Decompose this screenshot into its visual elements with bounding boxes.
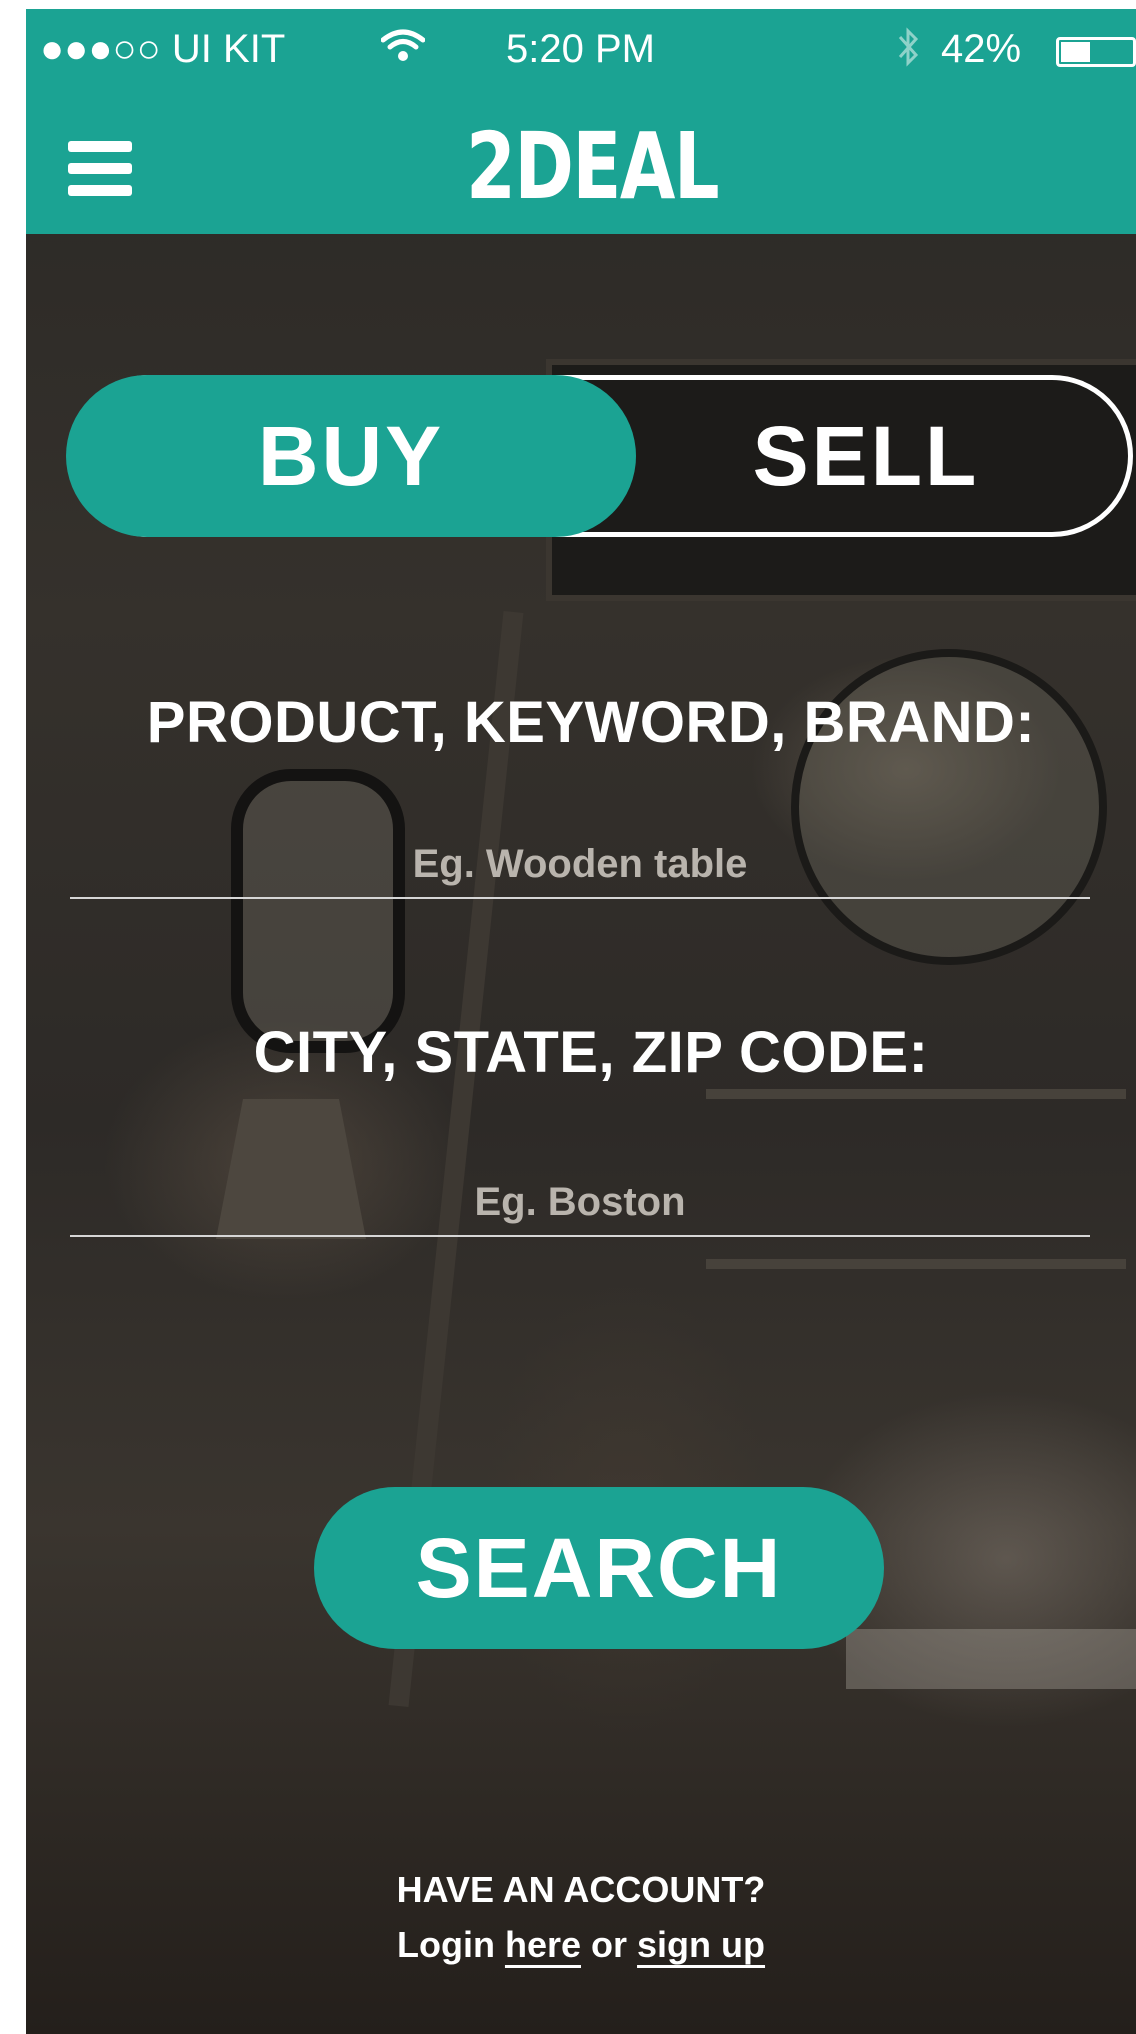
background-mirror <box>231 769 405 1053</box>
product-search-input[interactable] <box>70 831 1090 899</box>
app-logo: 2DEAL <box>466 113 720 220</box>
hamburger-menu-icon[interactable] <box>68 141 132 197</box>
login-signup-line: Login here or sign up <box>26 1924 1136 1966</box>
status-bar: ●●●○○ UI KIT 5:20 PM 42% <box>26 9 1136 89</box>
search-button[interactable]: SEARCH <box>314 1487 884 1649</box>
battery-icon <box>1056 37 1136 67</box>
battery-fill <box>1061 42 1090 62</box>
carrier-label: ●●●○○ UI KIT <box>40 27 286 71</box>
location-search-input[interactable] <box>70 1169 1090 1237</box>
sell-tab[interactable]: SELL <box>636 375 1096 537</box>
product-field-label: PRODUCT, KEYWORD, BRAND: <box>146 690 1036 755</box>
battery-percent: 42% <box>941 27 1022 71</box>
sign-up-link[interactable]: sign up <box>637 1924 765 1965</box>
buy-tab[interactable]: BUY <box>66 375 636 537</box>
bluetooth-icon <box>896 27 920 76</box>
background-shelf <box>706 1089 1126 1099</box>
background-table <box>846 1629 1136 1689</box>
location-field-label: CITY, STATE, ZIP CODE: <box>253 1020 929 1085</box>
nav-bar: 2DEAL <box>26 89 1136 234</box>
wifi-icon <box>380 27 426 71</box>
login-here-link[interactable]: here <box>505 1924 581 1965</box>
have-account-prompt: HAVE AN ACCOUNT? <box>396 1869 766 1910</box>
app-screen: ●●●○○ UI KIT 5:20 PM 42% 2DEAL BUY SELL … <box>26 9 1136 2034</box>
login-prefix: Login <box>396 1924 495 1965</box>
background-shelf <box>706 1259 1126 1269</box>
clock-time: 5:20 PM <box>506 27 655 71</box>
or-text: or <box>591 1924 628 1965</box>
